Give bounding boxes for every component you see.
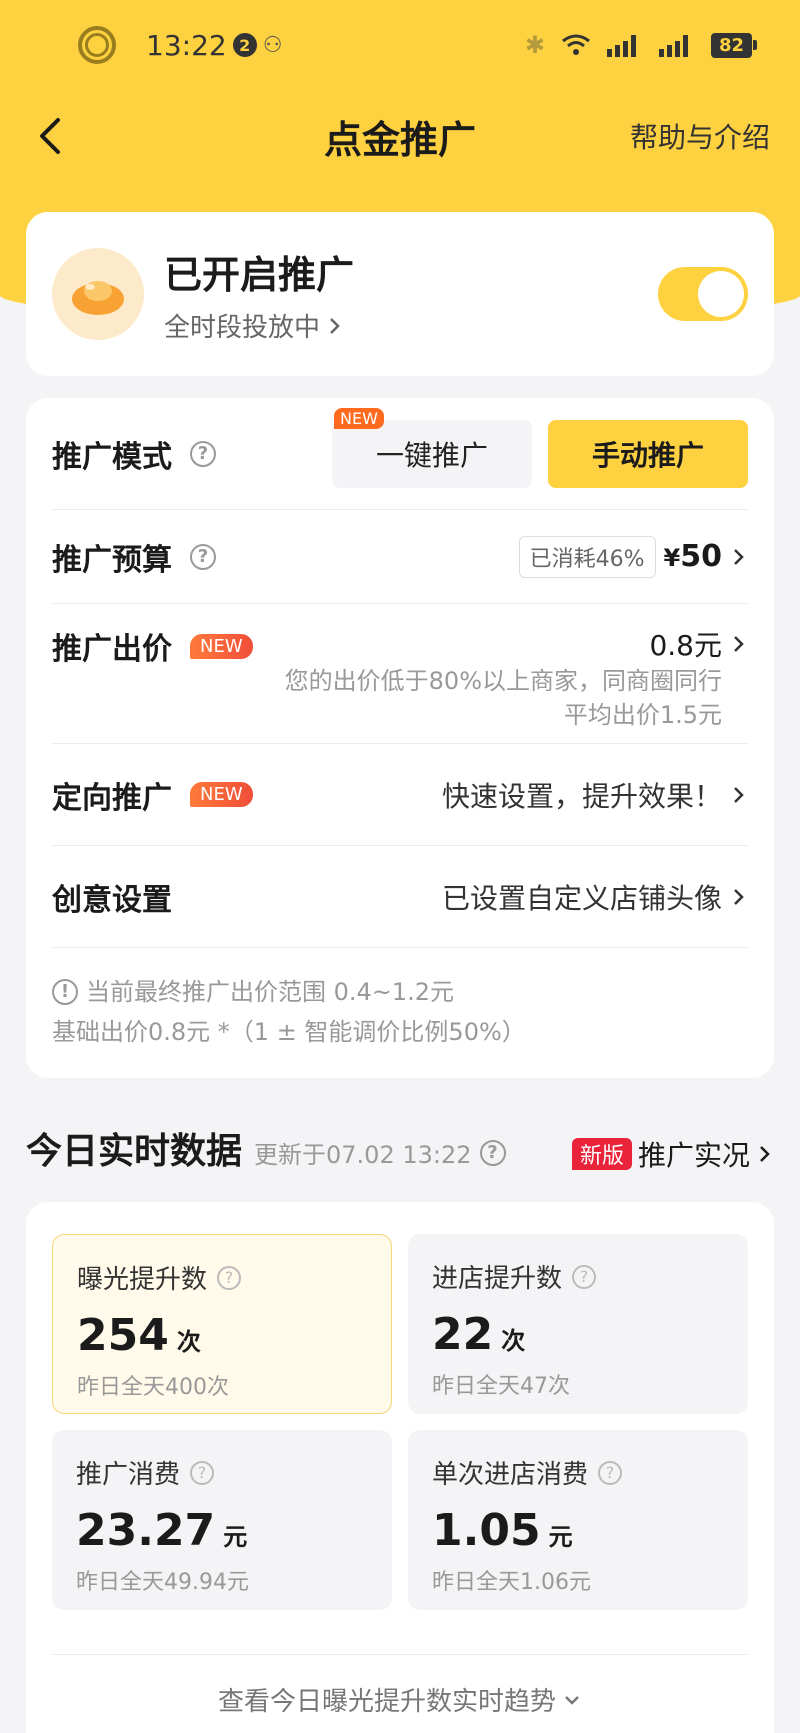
stat-previous: 昨日全天47次 — [432, 1374, 570, 1399]
battery-indicator: 82 — [710, 32, 758, 58]
creative-row[interactable]: 创意设置 已设置自定义店铺头像 — [52, 846, 748, 948]
stat-value: 22 — [432, 1309, 494, 1360]
chevron-right-icon — [734, 548, 744, 565]
status-icons: ✱ 82 — [524, 31, 758, 59]
status-time: 13:22 — [146, 28, 227, 62]
help-icon[interactable]: ? — [190, 543, 216, 570]
signal-icon-2 — [658, 33, 695, 57]
help-icon[interactable]: ? — [479, 1139, 506, 1166]
stat-unit: 次 — [501, 1327, 526, 1355]
schedule-link[interactable]: 全时段投放中 — [164, 307, 354, 344]
help-icon[interactable]: ? — [190, 440, 216, 467]
help-icon[interactable]: ? — [572, 1264, 597, 1289]
chevron-right-icon — [734, 888, 744, 905]
chevron-right-icon — [734, 636, 744, 652]
stat-previous: 昨日全天400次 — [77, 1375, 229, 1400]
new-tag: NEW — [334, 407, 384, 429]
help-link[interactable]: 帮助与介绍 — [630, 116, 770, 156]
notification-badge: 2 — [232, 33, 257, 57]
note-line1: 当前最终推广出价范围 0.4~1.2元 — [86, 978, 455, 1006]
one-click-mode-button[interactable]: NEW 一键推广 — [332, 407, 532, 488]
budget-value: ¥50 — [664, 539, 722, 574]
targeting-row[interactable]: 定向推广 NEW 快速设置，提升效果！ — [52, 744, 748, 846]
bid-label: 推广出价 — [52, 632, 172, 667]
stat-previous: 昨日全天49.94元 — [76, 1570, 249, 1595]
chevron-right-icon — [760, 1146, 770, 1162]
info-icon: ! — [52, 979, 78, 1005]
promotion-status-card: 已开启推广 全时段投放中 — [26, 212, 774, 376]
realtime-title: 今日实时数据 — [26, 1131, 243, 1172]
targeting-label: 定向推广 — [52, 780, 172, 816]
stat-unit: 元 — [223, 1523, 248, 1551]
stat-label: 曝光提升数 — [77, 1265, 208, 1295]
wifi-icon — [561, 33, 591, 57]
promotion-live-link[interactable]: 新版 推广实况 — [571, 1134, 774, 1174]
status-bar: 13:22 2 ⚇ ✱ 82 — [0, 0, 800, 90]
one-click-mode-label: 一键推广 — [375, 438, 488, 472]
promotion-toggle[interactable] — [658, 267, 748, 321]
stat-label: 单次进店消费 — [432, 1460, 589, 1490]
promotion-status-title: 已开启推广 — [164, 253, 355, 297]
bid-hint-line1: 您的出价低于80%以上商家，同商圈同行 — [284, 667, 722, 695]
help-icon[interactable]: ? — [217, 1265, 242, 1290]
stat-card-cost-per-visit[interactable]: 单次进店消费? 1.05 元 昨日全天1.06元 — [408, 1430, 748, 1610]
trend-link-label: 查看今日曝光提升数实时趋势 — [217, 1687, 556, 1717]
stat-value: 254 — [77, 1310, 169, 1361]
stat-card-exposure[interactable]: 曝光提升数? 254 次 昨日全天400次 — [52, 1234, 392, 1414]
bid-hint-line2: 平均出价1.5元 — [563, 701, 722, 729]
stat-value: 23.27 — [76, 1505, 216, 1556]
trend-link[interactable]: 查看今日曝光提升数实时趋势 — [52, 1654, 748, 1718]
budget-row[interactable]: 推广预算 ? 已消耗46% ¥50 — [52, 510, 748, 604]
stat-unit: 元 — [548, 1523, 573, 1551]
creative-label: 创意设置 — [52, 882, 172, 918]
manual-mode-label: 手动推广 — [591, 438, 704, 472]
budget-label: 推广预算 — [52, 542, 172, 578]
budget-amount: 50 — [680, 539, 722, 574]
new-tag: NEW — [190, 633, 253, 659]
bluetooth-icon: ✱ — [524, 31, 545, 59]
stat-card-store-visits[interactable]: 进店提升数? 22 次 昨日全天47次 — [408, 1234, 748, 1414]
nav-bar: 点金推广 帮助与介绍 — [0, 100, 800, 172]
schedule-label: 全时段投放中 — [164, 313, 321, 343]
stat-label: 进店提升数 — [432, 1264, 563, 1294]
note-line2: 基础出价0.8元 *（1 ± 智能调价比例50%） — [52, 1018, 526, 1046]
circle-app-icon — [78, 26, 116, 64]
person-icon: ⚇ — [262, 32, 283, 58]
bid-range-note: ! 当前最终推广出价范围 0.4~1.2元 基础出价0.8元 *（1 ± 智能调… — [52, 948, 748, 1052]
stat-previous: 昨日全天1.06元 — [432, 1570, 591, 1595]
signal-icon — [606, 33, 643, 57]
chevron-right-icon — [330, 317, 340, 334]
currency-symbol: ¥ — [663, 544, 681, 572]
promotion-settings-card: 推广模式 ? NEW 一键推广 手动推广 推广预算 ? 已消耗46% ¥50 推… — [26, 398, 774, 1078]
stat-label: 推广消费 — [76, 1460, 181, 1490]
updated-time: 更新于07.02 13:22 ? — [254, 1135, 506, 1170]
mode-label: 推广模式 — [52, 439, 172, 475]
gold-ingot-icon — [52, 248, 144, 340]
new-version-tag: 新版 — [571, 1138, 632, 1170]
consumed-badge: 已消耗46% — [518, 535, 656, 578]
promotion-live-label: 推广实况 — [637, 1139, 750, 1172]
stat-unit: 次 — [176, 1328, 201, 1356]
stat-value: 1.05 — [432, 1505, 541, 1556]
targeting-value: 快速设置，提升效果！ — [441, 779, 722, 813]
manual-mode-button[interactable]: 手动推广 — [548, 419, 748, 488]
chevron-right-icon — [734, 786, 744, 803]
realtime-header: 今日实时数据 更新于07.02 13:22 ? 新版 推广实况 — [26, 1122, 774, 1174]
updated-label: 更新于07.02 13:22 — [254, 1141, 472, 1169]
stat-card-spend[interactable]: 推广消费? 23.27 元 昨日全天49.94元 — [52, 1430, 392, 1610]
new-tag: NEW — [190, 782, 253, 807]
realtime-stats-card: 曝光提升数? 254 次 昨日全天400次 进店提升数? 22 次 昨日全天47次 … — [26, 1202, 774, 1733]
bid-row[interactable]: 推广出价 NEW 0.8元 您的出价低于80%以上商家，同商圈同行 平均出价1.… — [52, 604, 748, 744]
help-icon[interactable]: ? — [190, 1460, 215, 1485]
chevron-down-icon — [565, 1695, 579, 1705]
creative-value: 已设置自定义店铺头像 — [441, 881, 722, 915]
bid-value: 0.8元 — [649, 629, 722, 662]
help-icon[interactable]: ? — [598, 1460, 623, 1485]
mode-row: 推广模式 ? NEW 一键推广 手动推广 — [52, 398, 748, 510]
